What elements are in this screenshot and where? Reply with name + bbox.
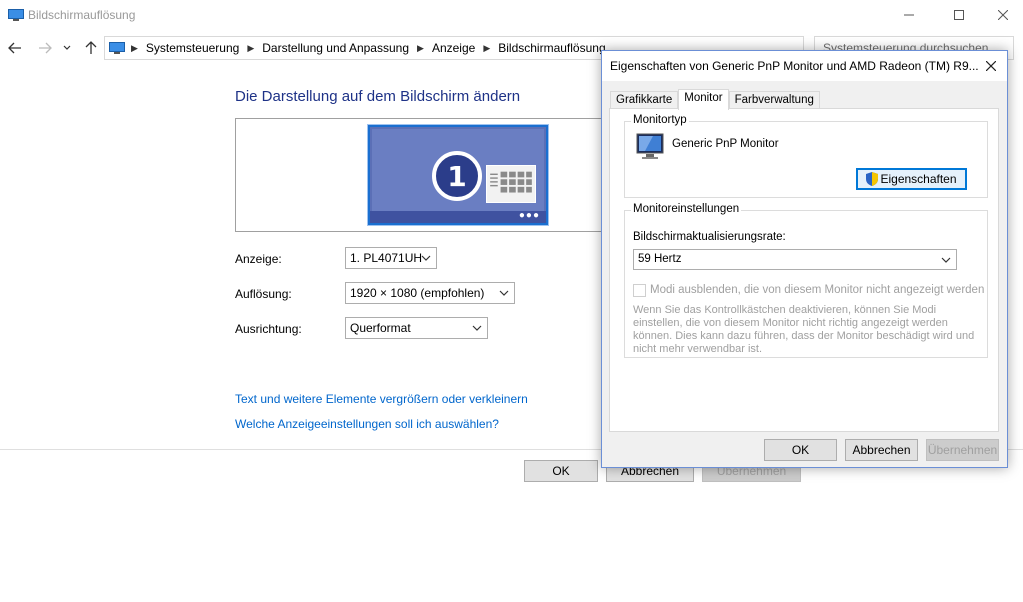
breadcrumb-item-bildschirmaufloesung[interactable]: Bildschirmauflösung (498, 41, 605, 55)
minimize-icon (904, 14, 914, 16)
chevron-down-icon (941, 257, 951, 263)
chevron-down-icon (63, 45, 71, 50)
ausrichtung-select[interactable]: Querformat (345, 317, 488, 339)
anzeige-value: 1. PL4071UH (350, 251, 423, 265)
properties-button[interactable]: Eigenschaften (856, 168, 967, 190)
uac-shield-icon (866, 172, 879, 186)
ausrichtung-value: Querformat (350, 321, 411, 335)
refresh-rate-value: 59 Hertz (638, 253, 682, 265)
back-button[interactable] (6, 39, 24, 57)
properties-button-label: Eigenschaften (880, 172, 957, 186)
chevron-down-icon (499, 290, 509, 296)
refresh-rate-label: Bildschirmaktualisierungsrate: (633, 231, 786, 243)
monitor-tab-panel: Monitortyp Generic PnP Monitor Eigenscha… (609, 108, 999, 432)
tab-monitor[interactable]: Monitor (678, 89, 729, 110)
breadcrumb-item-systemsteuerung[interactable]: Systemsteuerung (146, 41, 239, 55)
refresh-rate-select[interactable]: 59 Hertz (633, 249, 957, 270)
close-icon (986, 61, 996, 71)
page-title: Die Darstellung auf dem Bildschirm änder… (235, 88, 521, 105)
minimize-button[interactable] (886, 0, 932, 30)
maximize-button[interactable] (936, 0, 982, 30)
monitor-preview: 1 ●●● (235, 118, 615, 232)
dialog-apply-button[interactable]: Übernehmen (926, 439, 999, 461)
start-grid-icon (486, 165, 536, 203)
anzeige-select[interactable]: 1. PL4071UH (345, 247, 437, 269)
breadcrumb-separator: ▶ (417, 42, 424, 53)
recent-pages-button[interactable] (60, 39, 74, 57)
breadcrumb-separator: ▶ (247, 42, 255, 53)
dialog-title-bar: Eigenschaften von Generic PnP Monitor un… (602, 51, 1007, 81)
monitoreinstellungen-group-label: Monitoreinstellungen (631, 203, 742, 215)
breadcrumb-separator: ▶ (131, 42, 138, 53)
monitor-icon (636, 133, 664, 159)
monitoreinstellungen-group: Monitoreinstellungen Bildschirmaktualisi… (624, 203, 988, 358)
arrow-left-icon (8, 42, 21, 54)
hide-modes-checkbox[interactable] (633, 284, 646, 297)
ausrichtung-label: Ausrichtung: (235, 322, 302, 336)
control-panel-icon (109, 42, 125, 54)
monitor-tile-1[interactable]: 1 ●●● (368, 125, 548, 225)
close-icon (998, 10, 1008, 20)
arrow-up-icon (85, 41, 97, 54)
chevron-down-icon (421, 255, 431, 261)
breadcrumb-separator: ▶ (483, 42, 491, 53)
aufloesung-label: Auflösung: (235, 287, 292, 301)
dialog-close-button[interactable] (981, 56, 1001, 76)
close-button[interactable] (980, 0, 1023, 30)
aufloesung-select[interactable]: 1920 × 1080 (empfohlen) (345, 282, 515, 304)
forward-button[interactable] (36, 39, 54, 57)
which-settings-link[interactable]: Welche Anzeigeeinstellungen soll ich aus… (235, 417, 499, 431)
tile-dots-icon: ●●● (518, 210, 540, 221)
hide-modes-description: Wenn Sie das Kontrollkästchen deaktivier… (633, 304, 975, 355)
ok-button[interactable]: OK (524, 460, 598, 482)
up-button[interactable] (82, 39, 100, 57)
monitor-properties-dialog: Eigenschaften von Generic PnP Monitor un… (601, 50, 1008, 468)
title-bar: Bildschirmauflösung (0, 0, 1023, 30)
dialog-title: Eigenschaften von Generic PnP Monitor un… (610, 59, 979, 73)
monitor-name: Generic PnP Monitor (672, 138, 779, 150)
breadcrumb-item-darstellung[interactable]: Darstellung und Anpassung (262, 41, 409, 55)
monitor-number-badge: 1 (432, 151, 482, 201)
chevron-down-icon (472, 325, 482, 331)
aufloesung-value: 1920 × 1080 (empfohlen) (350, 286, 485, 300)
display-icon (8, 9, 24, 21)
maximize-icon (954, 10, 964, 20)
dialog-cancel-button[interactable]: Abbrechen (845, 439, 918, 461)
arrow-right-icon (39, 42, 52, 54)
dialog-tabs: Grafikkarte Monitor Farbverwaltung (610, 89, 820, 110)
anzeige-label: Anzeige: (235, 252, 282, 266)
breadcrumb-item-anzeige[interactable]: Anzeige (432, 41, 475, 55)
window-title: Bildschirmauflösung (28, 8, 136, 22)
text-size-link[interactable]: Text und weitere Elemente vergrößern ode… (235, 392, 528, 406)
monitortyp-group: Monitortyp Generic PnP Monitor Eigenscha… (624, 114, 988, 198)
hide-modes-label: Modi ausblenden, die von diesem Monitor … (650, 284, 985, 296)
monitortyp-group-label: Monitortyp (631, 114, 689, 126)
dialog-ok-button[interactable]: OK (764, 439, 837, 461)
